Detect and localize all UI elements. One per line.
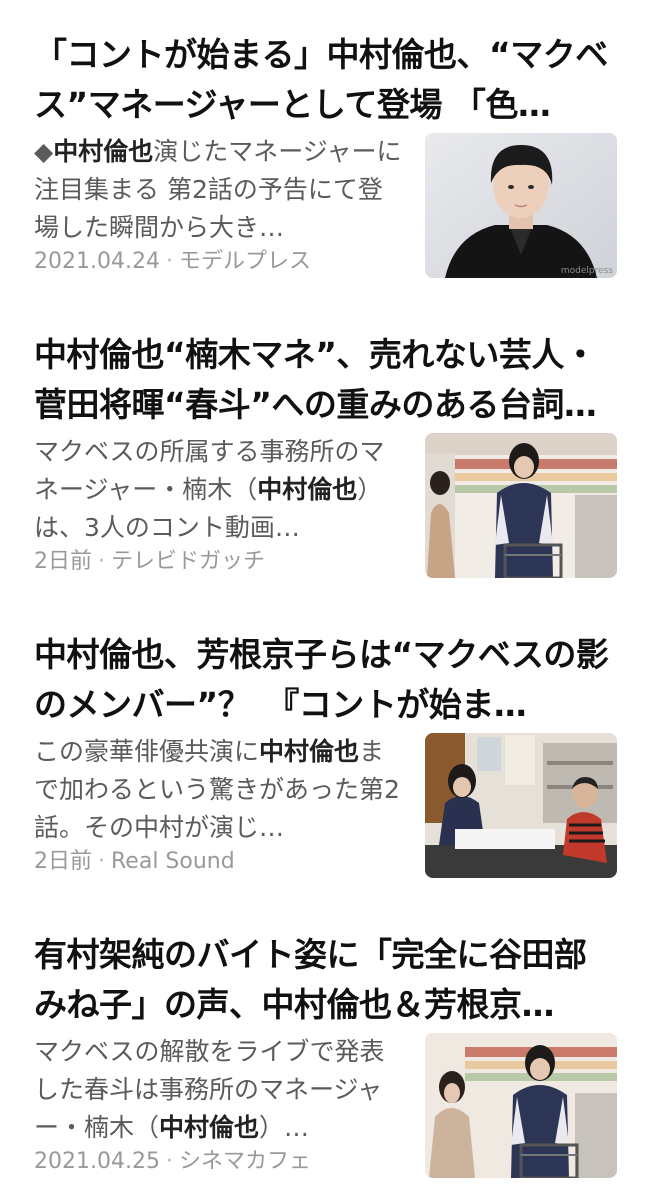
snippet-highlight: 中村倫也	[259, 737, 360, 766]
meta-separator: ·	[98, 849, 105, 874]
news-article[interactable]: 有村架純のバイト姿に「完全に谷田部みね子」の声、中村倫也＆芳根京… マクベスの解…	[0, 900, 650, 1200]
snippet-prefix: ◆	[34, 137, 54, 166]
meta-separator: ·	[165, 249, 173, 274]
article-date: 2日前	[34, 849, 92, 874]
article-headline[interactable]: 「コントが始まる」中村倫也、“マクベス”マネージャーとして登場 「色…	[34, 30, 618, 130]
article-snippet: この豪華俳優共演に中村倫也まで加わるという驚きがあった第2話。その中村が演じ…	[34, 733, 406, 847]
article-source: シネマカフェ	[178, 1149, 311, 1174]
snippet-text: この豪華俳優共演に	[34, 737, 260, 766]
article-date: 2021.04.24	[34, 249, 160, 274]
article-thumbnail[interactable]	[425, 433, 617, 578]
article-source: Real Sound	[111, 849, 235, 874]
news-feed: 「コントが始まる」中村倫也、“マクベス”マネージャーとして登場 「色… ◆中村倫…	[0, 0, 650, 1200]
news-article[interactable]: 中村倫也“楠木マネ”、売れない芸人・菅田将暉“春斗”への重みのある台詞… マクベ…	[0, 300, 650, 600]
article-date: 2021.04.25	[34, 1149, 160, 1174]
portrait-photo-icon	[425, 133, 617, 278]
article-thumbnail[interactable]: modelpress	[425, 133, 617, 278]
article-thumbnail[interactable]	[425, 733, 617, 878]
article-thumbnail[interactable]	[425, 1033, 617, 1178]
snippet-highlight: 中村倫也	[257, 475, 358, 504]
meta-separator: ·	[98, 549, 105, 574]
snippet-highlight: 中村倫也	[159, 1113, 260, 1142]
article-meta: 2日前 · テレビドガッチ	[34, 546, 265, 578]
article-source: モデルプレス	[178, 249, 311, 274]
article-snippet: ◆中村倫也演じたマネージャーに注目集まる 第2話の予告にて登場した瞬間から大き…	[34, 133, 406, 247]
image-credit: modelpress	[560, 266, 613, 276]
news-article[interactable]: 中村倫也、芳根京子らは“マクベスの影のメンバー”？ 『コントが始ま… この豪華俳…	[0, 600, 650, 900]
article-headline[interactable]: 中村倫也、芳根京子らは“マクベスの影のメンバー”？ 『コントが始ま…	[34, 630, 618, 730]
article-date: 2日前	[34, 549, 92, 574]
supermarket-scene-photo-icon	[425, 433, 617, 578]
meta-separator: ·	[165, 1149, 173, 1174]
article-meta: 2日前 · Real Sound	[34, 846, 235, 878]
supermarket-scene-photo-icon	[425, 1033, 617, 1178]
article-source: テレビドガッチ	[111, 549, 266, 574]
office-scene-photo-icon	[425, 733, 617, 878]
article-headline[interactable]: 中村倫也“楠木マネ”、売れない芸人・菅田将暉“春斗”への重みのある台詞…	[34, 330, 618, 430]
article-meta: 2021.04.24 · モデルプレス	[34, 246, 311, 278]
news-article[interactable]: 「コントが始まる」中村倫也、“マクベス”マネージャーとして登場 「色… ◆中村倫…	[0, 0, 650, 300]
article-snippet: マクベスの所属する事務所のマネージャー・楠木（中村倫也）は、3人のコント動画…	[34, 433, 406, 547]
article-meta: 2021.04.25 · シネマカフェ	[34, 1146, 311, 1178]
snippet-text: ）…	[259, 1113, 310, 1142]
snippet-highlight: 中村倫也	[53, 137, 154, 166]
article-headline[interactable]: 有村架純のバイト姿に「完全に谷田部みね子」の声、中村倫也＆芳根京…	[34, 930, 618, 1030]
article-snippet: マクベスの解散をライブで発表した春斗は事務所のマネージャー・楠木（中村倫也）…	[34, 1033, 406, 1147]
